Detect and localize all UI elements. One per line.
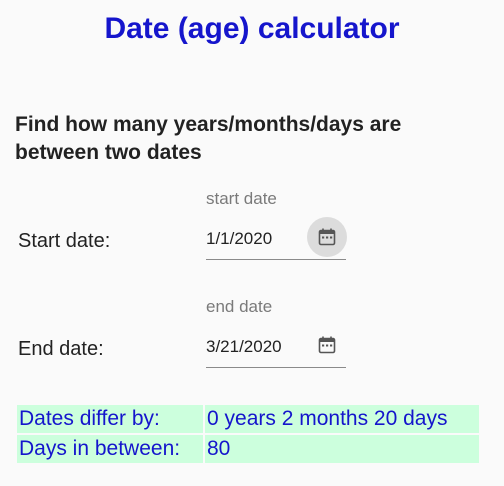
end-date-caption: end date (206, 297, 273, 316)
calendar-icon (318, 336, 336, 354)
days-between-label: Days in between: (17, 435, 203, 463)
end-date-picker-button[interactable] (307, 325, 347, 365)
result-row-days: Days in between: 80 (17, 435, 479, 463)
start-date-label: Start date: (18, 230, 111, 252)
end-date-value: 3/21/2020 (206, 337, 282, 356)
dates-differ-label: Dates differ by: (17, 405, 203, 433)
result-row-differ: Dates differ by: 0 years 2 months 20 day… (17, 405, 479, 433)
result-table: Dates differ by: 0 years 2 months 20 day… (15, 403, 481, 465)
dates-differ-value: 0 years 2 months 20 days (205, 405, 479, 433)
start-date-caption: start date (206, 189, 277, 208)
page-title: Date (age) calculator (104, 12, 400, 45)
end-date-label: End date: (18, 338, 104, 360)
start-date-value: 1/1/2020 (206, 229, 273, 248)
page-subtitle: Find how many years/months/days are betw… (15, 113, 402, 164)
days-between-value: 80 (205, 435, 479, 463)
calendar-icon (318, 228, 336, 246)
start-date-picker-button[interactable] (307, 217, 347, 257)
